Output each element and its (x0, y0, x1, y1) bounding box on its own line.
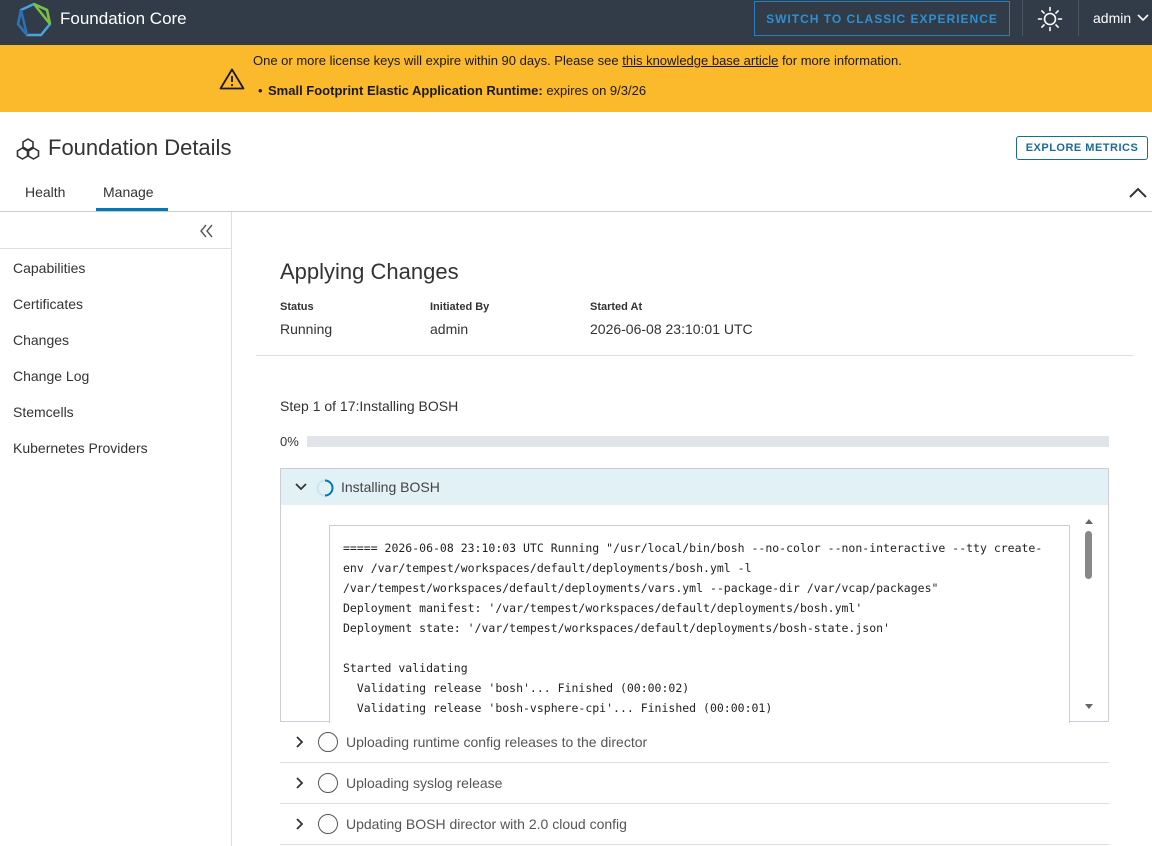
chevron-right-icon[interactable] (293, 776, 307, 790)
step-label: Uploading syslog release (346, 775, 503, 791)
initiated-by-value: admin (430, 321, 469, 337)
step-item[interactable]: Updating BOSH director with 2.0 cloud co… (280, 804, 1109, 845)
log-line: env /var/tempest/workspaces/default/depl… (343, 561, 752, 575)
started-at-value: 2026-06-08 23:10:01 UTC (590, 321, 753, 337)
chevron-right-icon[interactable] (293, 735, 307, 749)
user-name: admin (1093, 10, 1132, 26)
foundation-icon (16, 138, 40, 160)
foundation-logo-icon (16, 2, 52, 37)
tab-manage[interactable]: Manage (103, 184, 154, 200)
pending-circle-icon (318, 814, 338, 834)
warning-icon (219, 68, 245, 90)
sidebar-item-certificates[interactable]: Certificates (13, 296, 83, 312)
log-line: /var/tempest/workspaces/default/deployme… (343, 581, 939, 595)
initiated-by-label: Initiated By (430, 301, 490, 313)
tab-health[interactable]: Health (25, 184, 65, 200)
step-label: Updating BOSH director with 2.0 cloud co… (346, 816, 627, 832)
log-line: Deployment state: '/var/tempest/workspac… (343, 621, 890, 635)
page-title: Foundation Details (48, 135, 232, 160)
step-title: Step 1 of 17:Installing BOSH (280, 398, 459, 414)
divider (1078, 0, 1079, 36)
sidebar: Capabilities Certificates Changes Change… (0, 212, 232, 846)
step-item[interactable]: Uploading syslog release (280, 763, 1109, 804)
sidebar-item-stemcells[interactable]: Stemcells (13, 404, 74, 420)
user-menu[interactable]: admin (1093, 10, 1149, 26)
banner-message-text: One or more license keys will expire wit… (253, 53, 623, 68)
pending-circle-icon (318, 732, 338, 752)
step-item[interactable]: Uploading runtime config releases to the… (280, 722, 1109, 763)
chevron-up-icon[interactable] (1128, 184, 1148, 200)
divider (256, 355, 1133, 356)
sidebar-item-change-log[interactable]: Change Log (13, 368, 89, 384)
log-line: ===== 2026-06-08 23:10:03 UTC Running "/… (343, 541, 1043, 555)
double-chevron-left-icon[interactable] (198, 224, 216, 238)
step-label: Installing BOSH (341, 479, 440, 495)
license-warning-banner: One or more license keys will expire wit… (0, 45, 1152, 112)
switch-classic-button[interactable]: SWITCH TO CLASSIC EXPERIENCE (754, 1, 1010, 36)
pending-circle-icon (318, 773, 338, 793)
explore-metrics-button[interactable]: EXPLORE METRICS (1016, 136, 1148, 160)
divider (1022, 0, 1023, 36)
chevron-right-icon[interactable] (293, 817, 307, 831)
log-line: Validating release 'bosh'... Finished (0… (343, 681, 690, 695)
log-line: Validating release 'bosh-vsphere-cpi'...… (343, 701, 773, 715)
section-title: Applying Changes (280, 259, 459, 284)
license-expiry-item: Small Footprint Elastic Application Runt… (258, 83, 647, 98)
progress-bar (307, 436, 1109, 447)
status-value: Running (280, 321, 333, 337)
banner-message: One or more license keys will expire wit… (253, 53, 902, 68)
sidebar-item-changes[interactable]: Changes (13, 332, 69, 348)
started-at-label: Started At (590, 301, 643, 313)
log-line: Started validating (343, 661, 468, 675)
chevron-down-icon (1137, 14, 1149, 22)
license-name: Small Footprint Elastic Application Runt… (268, 83, 543, 98)
step-label: Uploading runtime config releases to the… (346, 734, 648, 750)
app-title: Foundation Core (60, 9, 187, 28)
log-output[interactable]: ===== 2026-06-08 23:10:03 UTC Running "/… (329, 525, 1070, 723)
divider (0, 248, 231, 249)
step-item-installing-bosh: Installing BOSH ===== 2026-06-08 23:10:0… (280, 468, 1109, 723)
scrollbar-thumb[interactable] (1085, 531, 1092, 579)
banner-message-text: for more information. (778, 53, 902, 68)
top-bar: Foundation Core SWITCH TO CLASSIC EXPERI… (0, 0, 1152, 45)
chevron-down-icon[interactable] (294, 480, 308, 494)
log-line: Deployment manifest: '/var/tempest/works… (343, 601, 863, 615)
knowledge-base-link[interactable]: this knowledge base article (622, 53, 778, 68)
sidebar-item-kubernetes-providers[interactable]: Kubernetes Providers (13, 440, 148, 456)
progress-percent: 0% (280, 434, 299, 449)
sidebar-item-capabilities[interactable]: Capabilities (13, 260, 85, 276)
spinner-icon (316, 479, 334, 497)
sun-icon[interactable] (1037, 6, 1063, 32)
step-header[interactable]: Installing BOSH (281, 469, 1108, 505)
license-expiry: expires on 9/3/26 (542, 83, 647, 98)
status-label: Status (280, 301, 314, 313)
